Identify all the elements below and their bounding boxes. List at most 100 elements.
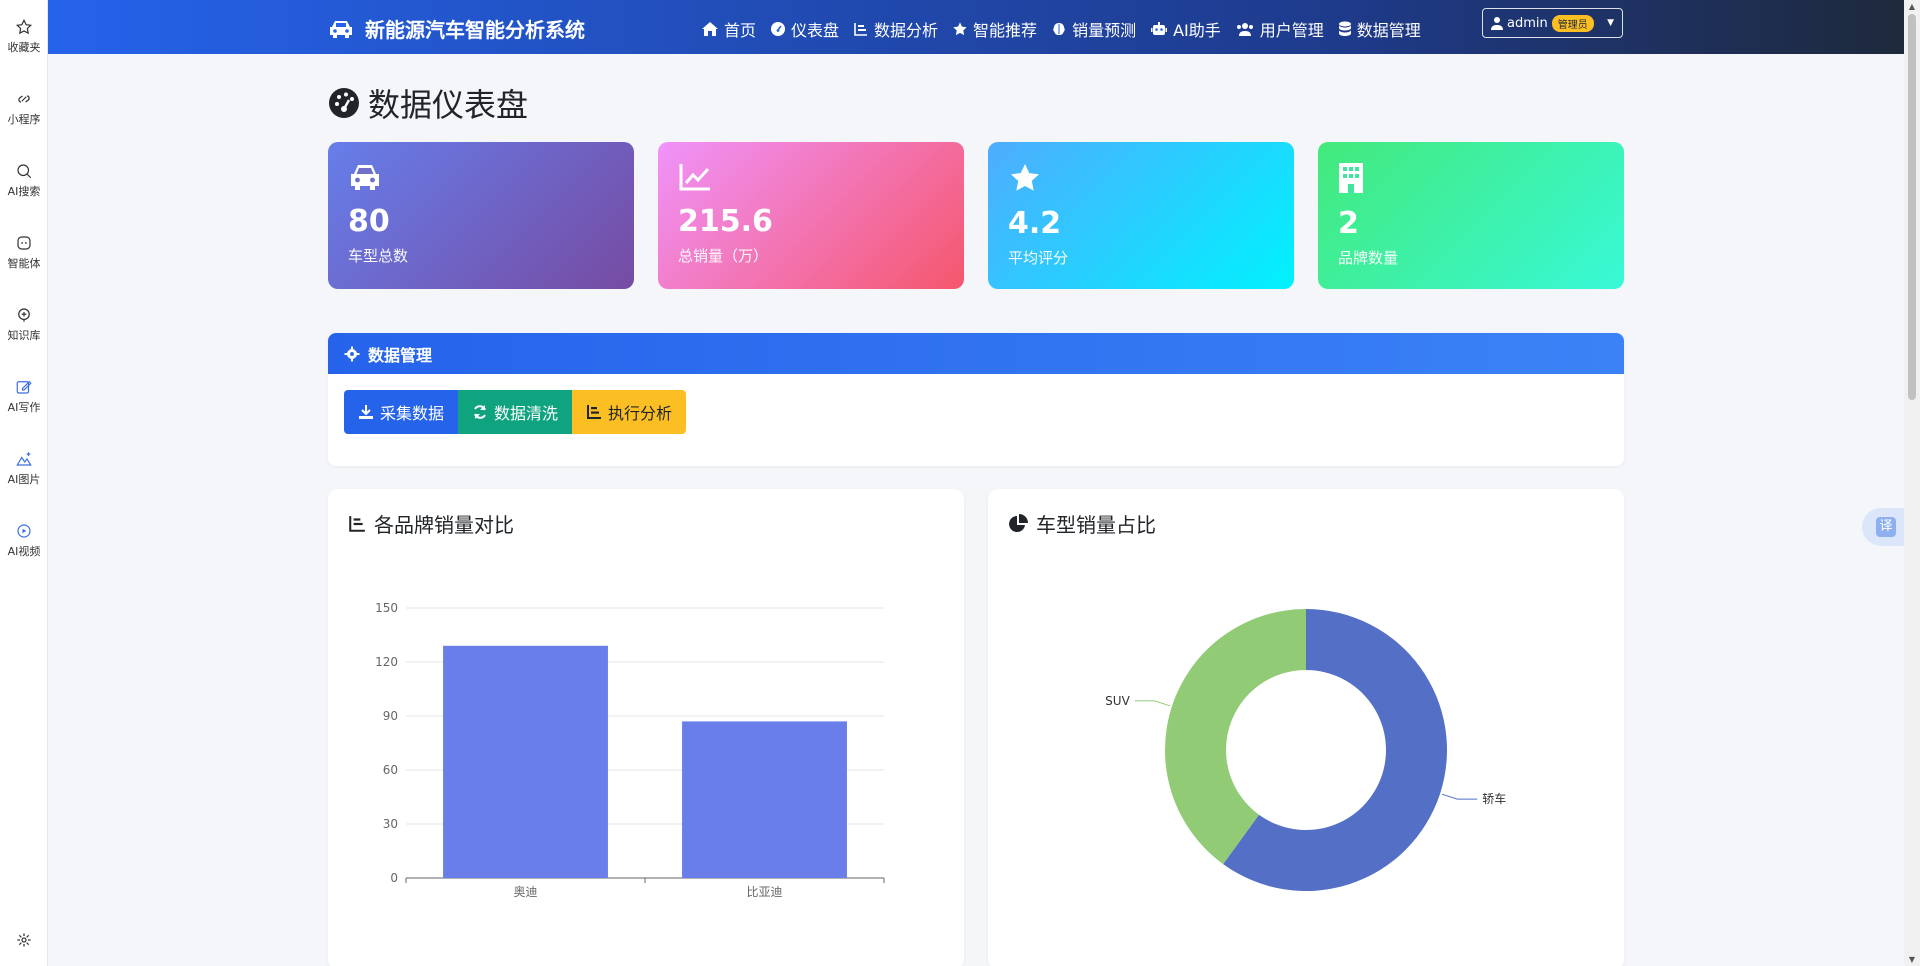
collect-data-button[interactable]: 采集数据 xyxy=(344,390,459,434)
nav-label: 首页 xyxy=(724,21,757,40)
download-icon xyxy=(359,405,373,419)
sidebar-item-ai-search[interactable]: AI搜索 xyxy=(0,162,48,199)
run-analysis-button[interactable]: 执行分析 xyxy=(572,390,687,434)
car-icon xyxy=(330,20,352,38)
translate-button[interactable]: 译 xyxy=(1862,508,1904,546)
page-title-text: 数据仪表盘 xyxy=(368,86,529,124)
x-tick-label: 奥迪 xyxy=(513,885,537,899)
type-share-chart-card: 车型销量占比 轿车 SUV xyxy=(988,489,1624,966)
scrollbar-thumb[interactable] xyxy=(1908,14,1916,400)
nav-dashboard[interactable]: 仪表盘 xyxy=(770,17,839,41)
sidebar-item-label: AI写作 xyxy=(7,401,41,414)
sidebar-item-miniapp[interactable]: 小程序 xyxy=(0,90,48,127)
slice-leader-line xyxy=(1441,793,1478,800)
video-icon xyxy=(17,524,31,538)
nav-forecast[interactable]: 销量预测 xyxy=(1051,17,1136,41)
donut-slice xyxy=(1165,609,1306,865)
y-tick-label: 120 xyxy=(375,655,398,669)
refresh-icon xyxy=(474,405,486,419)
nav-menu: 首页 仪表盘 数据分析 智能推荐 销量预测 AI助手 用户管理 数据管理 xyxy=(701,17,1421,41)
nav-label: 智能推荐 xyxy=(973,21,1038,40)
data-management-title: 数据管理 xyxy=(368,345,433,365)
y-tick-label: 60 xyxy=(383,763,398,777)
bar xyxy=(443,645,608,878)
sidebar-item-label: 小程序 xyxy=(7,113,41,126)
nav-home[interactable]: 首页 xyxy=(701,17,756,41)
slice-leader-line xyxy=(1134,700,1171,707)
building-icon xyxy=(1339,163,1363,193)
y-tick-label: 150 xyxy=(375,601,398,615)
database-icon xyxy=(1338,21,1351,36)
sidebar-item-label: 知识库 xyxy=(7,329,41,342)
user-dropdown[interactable]: admin 管理员 ▼ xyxy=(1482,8,1623,38)
y-tick-label: 90 xyxy=(383,709,398,723)
stat-value: 80 xyxy=(348,204,390,239)
browser-sidebar: 收藏夹 小程序 AI搜索 智能体 知识库 AI写作 AI图片 AI视频 xyxy=(0,0,48,966)
scroll-up-arrow[interactable]: ▲ xyxy=(1904,2,1920,11)
nav-label: AI助手 xyxy=(1173,21,1221,40)
line-chart-icon xyxy=(679,164,710,191)
sidebar-settings[interactable] xyxy=(0,932,48,951)
brand[interactable]: 新能源汽车智能分析系统 xyxy=(327,14,585,43)
sidebar-item-knowledge[interactable]: 知识库 xyxy=(0,306,48,343)
nav-label: 用户管理 xyxy=(1259,21,1324,40)
stat-label: 平均评分 xyxy=(1008,249,1069,267)
gear-icon xyxy=(17,933,31,947)
chevron-down-icon: ▼ xyxy=(1607,18,1614,28)
stat-label: 车型总数 xyxy=(348,247,409,265)
nav-ai-assistant[interactable]: AI助手 xyxy=(1150,17,1221,41)
image-icon xyxy=(16,452,32,466)
dashboard-icon xyxy=(329,88,359,118)
edit-icon xyxy=(16,380,32,394)
sidebar-item-favorites[interactable]: 收藏夹 xyxy=(0,18,48,55)
gear-icon xyxy=(344,346,360,361)
stat-label: 总销量（万） xyxy=(678,247,769,265)
users-icon xyxy=(1236,23,1253,36)
y-tick-label: 0 xyxy=(390,871,398,885)
page-title: 数据仪表盘 xyxy=(328,80,528,126)
translate-label: 译 xyxy=(1876,517,1896,537)
nav-data-management[interactable]: 数据管理 xyxy=(1338,17,1421,41)
sidebar-item-ai-video[interactable]: AI视频 xyxy=(0,522,48,559)
nav-recommend[interactable]: 智能推荐 xyxy=(952,17,1037,41)
knowledge-icon xyxy=(18,308,30,322)
clean-data-button[interactable]: 数据清洗 xyxy=(458,390,573,434)
robot-icon xyxy=(1151,22,1168,35)
brand-sales-chart-card: 各品牌销量对比 0 30 60 90 120 150 奥迪 比亚迪 xyxy=(328,489,964,966)
nav-label: 数据分析 xyxy=(874,21,939,40)
dashboard-icon xyxy=(771,22,786,36)
stat-value: 4.2 xyxy=(1008,206,1062,241)
car-icon xyxy=(351,165,379,190)
bar xyxy=(682,721,847,878)
brand-title: 新能源汽车智能分析系统 xyxy=(365,18,585,42)
slice-label: 轿车 xyxy=(1482,791,1506,806)
sidebar-item-label: AI搜索 xyxy=(7,185,41,198)
donut-chart: 轿车 SUV xyxy=(1105,609,1506,891)
y-tick-label: 30 xyxy=(383,817,398,831)
stat-card-rating: 4.2 平均评分 xyxy=(988,142,1294,289)
nav-label: 仪表盘 xyxy=(791,21,840,40)
sidebar-item-ai-writing[interactable]: AI写作 xyxy=(0,378,48,415)
sidebar-item-label: 收藏夹 xyxy=(7,41,41,54)
stat-card-models: 80 车型总数 xyxy=(328,142,634,289)
bar-chart: 0 30 60 90 120 150 奥迪 比亚迪 xyxy=(375,601,885,899)
button-label: 数据清洗 xyxy=(494,406,559,423)
nav-label: 销量预测 xyxy=(1072,21,1137,40)
sidebar-item-label: 智能体 xyxy=(7,257,41,270)
agent-icon xyxy=(17,236,31,250)
nav-label: 数据管理 xyxy=(1356,21,1421,40)
slice-label: SUV xyxy=(1105,694,1130,708)
sidebar-item-ai-image[interactable]: AI图片 xyxy=(0,450,48,487)
sidebar-item-agent[interactable]: 智能体 xyxy=(0,234,48,271)
sidebar-item-label: AI视频 xyxy=(7,545,41,558)
star-icon xyxy=(15,18,33,35)
nav-user-management[interactable]: 用户管理 xyxy=(1235,17,1324,41)
scroll-down-arrow[interactable]: ▼ xyxy=(1904,955,1920,964)
star-icon xyxy=(953,22,967,36)
page-scrollbar[interactable]: ▲ ▼ xyxy=(1904,0,1920,966)
data-management-header: 数据管理 xyxy=(328,333,1624,374)
nav-data-analysis[interactable]: 数据分析 xyxy=(853,17,938,41)
bar-chart-icon xyxy=(854,23,868,36)
link-icon xyxy=(18,95,30,103)
search-icon xyxy=(17,164,32,179)
